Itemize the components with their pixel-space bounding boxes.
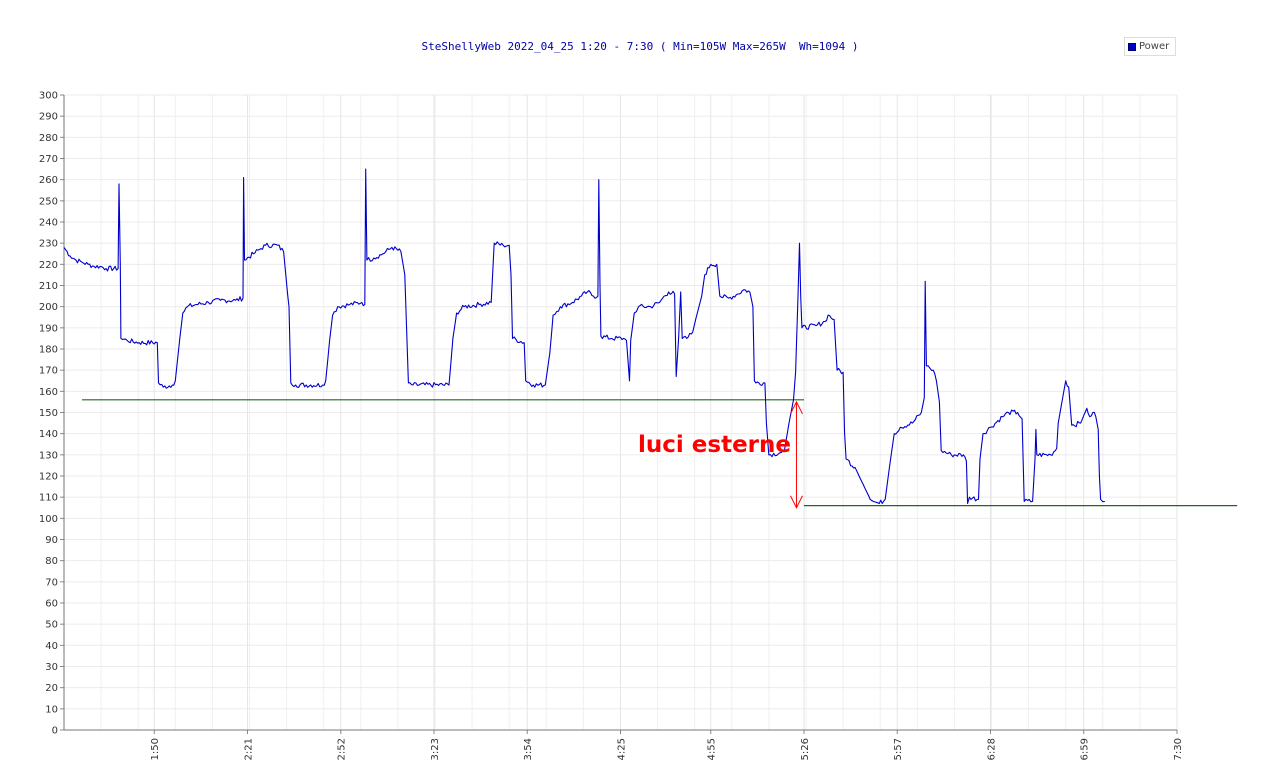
y-tick-label: 190 xyxy=(39,323,58,334)
y-tick-label: 60 xyxy=(45,599,58,610)
chart-legend: Power xyxy=(1124,37,1176,56)
chart-title: SteShellyWeb 2022_04_25 1:20 - 7:30 ( Mi… xyxy=(421,40,859,53)
legend-swatch-power xyxy=(1128,42,1136,51)
x-tick-label: 7:30 xyxy=(1173,738,1184,760)
y-tick-label: 50 xyxy=(45,620,58,631)
y-tick-label: 80 xyxy=(45,556,58,567)
y-tick-label: 30 xyxy=(45,662,58,673)
y-tick-label: 110 xyxy=(39,493,58,504)
y-tick-label: 120 xyxy=(39,472,58,483)
y-tick-label: 300 xyxy=(39,91,58,102)
x-tick-label: 2:52 xyxy=(337,738,348,760)
y-tick-label: 280 xyxy=(39,133,58,144)
y-tick-label: 270 xyxy=(39,154,58,165)
x-tick-label: 6:59 xyxy=(1080,738,1091,760)
y-tick-label: 0 xyxy=(52,726,58,737)
x-tick-label: 3:54 xyxy=(523,738,534,760)
y-tick-label: 70 xyxy=(45,577,58,588)
y-tick-label: 100 xyxy=(39,514,58,525)
y-tick-label: 200 xyxy=(39,302,58,313)
legend-label-power: Power xyxy=(1139,41,1170,52)
series-line-power xyxy=(63,168,1105,505)
y-tick-label: 240 xyxy=(39,218,58,229)
power-chart: 0 10 20 30 40 50 60 70 80 90 100 110 120 130 140 150 160… xyxy=(39,91,1238,760)
y-tick-label: 40 xyxy=(45,641,58,652)
y-tick-label: 150 xyxy=(39,408,58,419)
x-tick-label: 2:21 xyxy=(243,738,254,760)
y-tick-label: 170 xyxy=(39,366,58,377)
y-tick-label: 140 xyxy=(39,429,58,440)
y-tick-label: 250 xyxy=(39,196,58,207)
x-tick-label: 5:26 xyxy=(800,738,811,760)
y-tick-label: 130 xyxy=(39,450,58,461)
y-tick-label: 180 xyxy=(39,345,58,356)
x-tick-label: 5:57 xyxy=(893,738,904,760)
y-tick-label: 10 xyxy=(45,704,58,715)
y-tick-label: 220 xyxy=(39,260,58,271)
x-tick-label: 4:55 xyxy=(707,738,718,760)
x-tick-label: 1:50 xyxy=(150,738,161,760)
x-tick-label: 3:23 xyxy=(430,738,441,760)
x-tick-label: 6:28 xyxy=(986,738,997,760)
y-tick-label: 290 xyxy=(39,112,58,123)
annotation-luci-esterne: luci esterne xyxy=(638,432,791,458)
y-tick-label: 230 xyxy=(39,239,58,250)
y-tick-label: 260 xyxy=(39,175,58,186)
y-tick-label: 20 xyxy=(45,683,58,694)
y-tick-label: 210 xyxy=(39,281,58,292)
y-tick-label: 160 xyxy=(39,387,58,398)
x-tick-label: 4:25 xyxy=(617,738,628,760)
y-tick-label: 90 xyxy=(45,535,58,546)
